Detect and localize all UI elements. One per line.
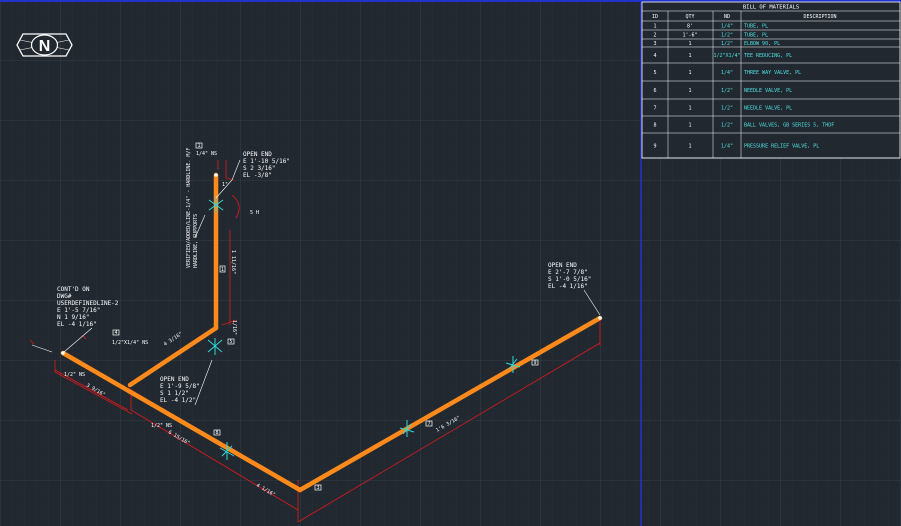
note-vertical-line-2: HARDLINE, SUPPORTS bbox=[193, 214, 199, 268]
bom-cell-id: 7 bbox=[653, 106, 656, 112]
bom-cell-qty: 1 bbox=[688, 144, 691, 150]
dim-small: 1/16" bbox=[231, 320, 237, 335]
dim-lower-nd: 1/2" NS bbox=[151, 423, 172, 429]
tag-5: 5 bbox=[229, 339, 232, 345]
dim-top-nd: 1/4" NS bbox=[196, 151, 217, 157]
bom-cell-description: PRESSURE RELIEF VALVE, PL bbox=[744, 144, 819, 150]
bom-cell-nd: 1/2" bbox=[721, 123, 733, 129]
note-right-line-3: S 1'-0 5/16" bbox=[548, 276, 591, 283]
dim-valve-tag: 5 H bbox=[250, 210, 259, 216]
note-right-line-1: OPEN END bbox=[548, 262, 577, 269]
bom-cell-nd: 1/2" bbox=[721, 88, 733, 94]
tag-7: 7 bbox=[427, 421, 430, 427]
bom-cell-nd: 1/2" bbox=[721, 106, 733, 112]
bom-table: BILL OF MATERIALS ID QTY ND DESCRIPTION … bbox=[641, 1, 901, 159]
bom-cell-qty: 1 bbox=[688, 123, 691, 129]
note-mid-line-3: S 1 1/2" bbox=[160, 390, 189, 397]
bom-cell-description: THREE WAY VALVE, PL bbox=[744, 70, 801, 76]
bom-header-nd: ND bbox=[724, 14, 730, 20]
bom-cell-nd: 1/2" bbox=[721, 41, 733, 47]
bom-cell-qty: 1 bbox=[688, 41, 691, 47]
tag-4: 4 bbox=[114, 330, 117, 336]
bom-cell-description: TEE REDUCING, PL bbox=[744, 53, 792, 59]
bom-cell-nd: 1/2"X1/4" bbox=[713, 53, 740, 59]
bom-header-description: DESCRIPTION bbox=[803, 14, 836, 20]
bom-cell-id: 8 bbox=[653, 123, 656, 129]
bom-cell-description: TUBE, PL bbox=[744, 33, 768, 39]
note-top-line-4: EL -3/8" bbox=[243, 172, 272, 179]
bom-cell-qty: 1 bbox=[688, 88, 691, 94]
bom-cell-nd: 1/4" bbox=[721, 144, 733, 150]
bom-cell-id: 2 bbox=[653, 33, 656, 39]
note-mid-line-1: OPEN END bbox=[160, 376, 189, 383]
tag-1: 1 bbox=[197, 143, 200, 149]
bom-cell-nd: 1/4" bbox=[721, 24, 733, 30]
tag-8: 8 bbox=[215, 430, 218, 436]
note-contd-line-1: CONT'D ON bbox=[57, 286, 90, 293]
note-contd-line-6: EL -4 1/16" bbox=[57, 321, 97, 328]
tag-2: 1 bbox=[221, 267, 224, 273]
bom-cell-description: NEEDLE VALVE, PL bbox=[744, 88, 792, 94]
bom-cell-description: TUBE, PL bbox=[744, 24, 768, 30]
note-top-line-2: E 1'-10 5/16" bbox=[243, 158, 290, 165]
tag-9: 9 bbox=[533, 360, 536, 366]
bom-cell-qty: 1 bbox=[688, 53, 691, 59]
bom-cell-qty: 1 bbox=[688, 106, 691, 112]
bom-cell-qty: 8' bbox=[687, 24, 693, 30]
bom-frame bbox=[641, 1, 901, 159]
note-contd-line-2: DWG# bbox=[57, 293, 72, 300]
north-letter: N bbox=[39, 38, 51, 55]
note-mid-line-2: E 1'-9 5/8" bbox=[160, 383, 200, 390]
bom-cell-description: NEEDLE VALVE, PL bbox=[744, 106, 792, 112]
note-top-line-3: S 2 3/16" bbox=[243, 165, 276, 172]
bom-cell-qty: 1'-6" bbox=[682, 33, 697, 39]
note-right-line-4: EL -4 1/16" bbox=[548, 283, 588, 290]
note-top-line-1: OPEN END bbox=[243, 151, 272, 158]
bom-header-id: ID bbox=[652, 14, 658, 20]
note-contd-line-3: USERDEFINEDLINE-2 bbox=[57, 300, 119, 307]
dim-1: 1" bbox=[222, 182, 228, 188]
bom-cell-id: 1 bbox=[653, 24, 656, 30]
note-contd-line-5: N 1 9/16" bbox=[57, 314, 90, 321]
bom-cell-description: ELBOW 90, PL bbox=[744, 41, 780, 47]
bom-cell-nd: 1/4" bbox=[721, 70, 733, 76]
dim-vert-len: 1 11/16" bbox=[230, 250, 236, 274]
bom-cell-nd: 1/2" bbox=[721, 33, 733, 39]
bom-cell-id: 9 bbox=[653, 144, 656, 150]
bom-title: BILL OF MATERIALS bbox=[743, 5, 799, 11]
note-contd-line-4: E 1'-5 7/16" bbox=[57, 307, 100, 314]
bom-cell-description: BALL VALVES, GB SERIES 5, THDF bbox=[744, 123, 834, 129]
bom-cell-id: 4 bbox=[653, 53, 656, 59]
bom-header-qty: QTY bbox=[685, 14, 694, 20]
bom-cell-id: 3 bbox=[653, 41, 656, 47]
note-right-line-2: E 2'-7 7/8" bbox=[548, 269, 588, 276]
tag-3: 3 bbox=[316, 485, 319, 491]
bom-cell-id: 6 bbox=[653, 88, 656, 94]
dim-tee-size: 1/2"X1/4" NS bbox=[112, 340, 148, 346]
note-vertical-line-1: VERIFIED/ADDED/LINE-1/4" - HARDLINE. M/F bbox=[186, 148, 192, 268]
bom-cell-id: 5 bbox=[653, 70, 656, 76]
note-mid-line-4: EL -4 1/2" bbox=[160, 397, 196, 404]
dim-left-nd: 1/2" NS bbox=[64, 372, 85, 378]
drawing-canvas[interactable]: N 1 1 4 5 8 3 7 9 OPEN END E 1'-10 5/16"… bbox=[0, 0, 901, 526]
bom-cell-qty: 1 bbox=[688, 70, 691, 76]
